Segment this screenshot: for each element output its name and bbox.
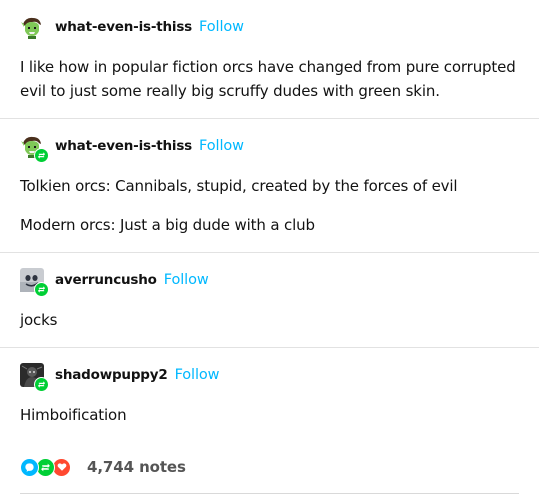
follow-button[interactable]: Follow	[175, 367, 220, 383]
username[interactable]: shadowpuppy2	[55, 367, 168, 383]
post-text: jocks	[20, 311, 58, 329]
follow-button[interactable]: Follow	[164, 272, 209, 288]
post-text: Modern orcs: Just a big dude with a club	[20, 216, 315, 234]
username[interactable]: what-even-is-thiss	[55, 138, 192, 154]
post-divider	[0, 347, 539, 348]
notes-row[interactable]: 4,744 notes	[20, 456, 186, 478]
post-divider	[0, 252, 539, 253]
follow-button[interactable]: Follow	[199, 138, 244, 154]
footer-divider	[20, 493, 519, 494]
notes-count[interactable]: 4,744 notes	[87, 458, 186, 476]
post-text: Tolkien orcs: Cannibals, stupid, created…	[20, 177, 458, 195]
reblog-badge-icon	[34, 377, 49, 392]
post-header: what-even-is-thiss Follow	[20, 15, 244, 39]
grey-face-avatar-icon[interactable]	[20, 268, 49, 297]
post-text: Himboification	[20, 406, 127, 424]
username[interactable]: what-even-is-thiss	[55, 19, 192, 35]
dark-figure-avatar-icon[interactable]	[20, 363, 49, 392]
post-divider	[0, 118, 539, 119]
username[interactable]: averruncusho	[55, 272, 157, 288]
post-header: what-even-is-thiss Follow	[20, 134, 244, 163]
green-orc-avatar-icon[interactable]	[20, 134, 49, 163]
post-header: shadowpuppy2 Follow	[20, 363, 220, 392]
post-header: averruncusho Follow	[20, 268, 209, 297]
post-text: I like how in popular fiction orcs have …	[20, 58, 516, 100]
green-orc-avatar-icon[interactable]	[20, 15, 44, 39]
follow-button[interactable]: Follow	[199, 19, 244, 35]
comment-icon	[20, 457, 39, 477]
reblog-badge-icon	[34, 148, 49, 163]
reblog-badge-icon	[34, 282, 49, 297]
